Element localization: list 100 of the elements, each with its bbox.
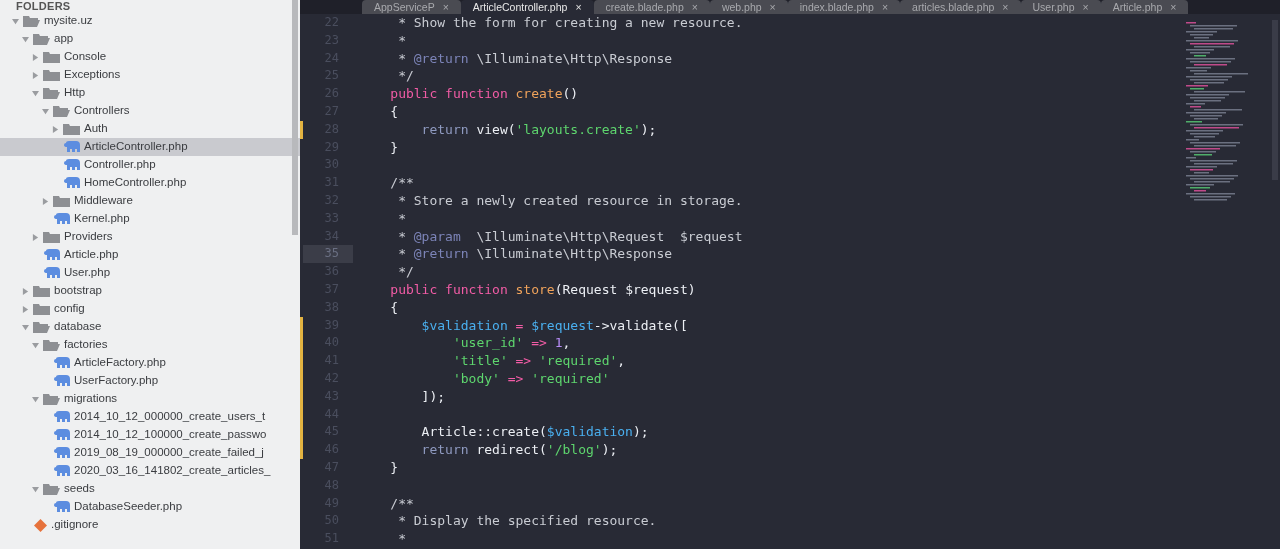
git-icon	[34, 518, 47, 532]
open-folder-icon	[43, 338, 60, 352]
tree-item[interactable]: Controllers	[0, 102, 300, 120]
caret-right-icon[interactable]	[32, 71, 39, 79]
code-line: }	[389, 139, 399, 155]
elephant-icon	[54, 501, 70, 513]
tree-item[interactable]: app	[0, 30, 300, 48]
tree-item[interactable]: seeds	[0, 480, 300, 498]
tree-item[interactable]: Middleware	[0, 192, 300, 210]
editor-tab[interactable]: Article.php ×	[1100, 0, 1189, 14]
tree-item[interactable]: Kernel.php	[0, 210, 300, 228]
tree-item[interactable]: database	[0, 318, 300, 336]
tree-item[interactable]: 2014_10_12_000000_create_users_t	[0, 408, 300, 426]
code-line: * @return \Illuminate\Http\Response	[397, 246, 673, 262]
folder-icon	[53, 194, 70, 208]
caret-down-icon[interactable]	[32, 341, 39, 349]
caret-down-icon[interactable]	[22, 323, 29, 331]
code-line: {	[389, 299, 399, 315]
open-folder-icon	[43, 86, 60, 100]
caret-right-icon[interactable]	[32, 233, 39, 241]
folder-icon	[43, 230, 60, 244]
tree-item[interactable]: 2019_08_19_000000_create_failed_j	[0, 444, 300, 462]
code-line: * @return \Illuminate\Http\Response	[397, 50, 673, 66]
tree-item[interactable]: ArticleFactory.php	[0, 354, 300, 372]
code-line: /**	[389, 495, 414, 511]
close-icon[interactable]: ×	[691, 1, 698, 13]
tree-item[interactable]: Exceptions	[0, 66, 300, 84]
editor-tab[interactable]: articles.blade.php ×	[900, 0, 1021, 14]
code-line: * Store a newly created resource in storage.	[397, 192, 743, 208]
close-icon[interactable]: ×	[442, 1, 449, 13]
caret-right-icon[interactable]	[22, 287, 29, 295]
tree-item[interactable]: Http	[0, 84, 300, 102]
line-number: 35	[303, 245, 353, 264]
open-folder-icon	[43, 482, 60, 496]
code-line: return redirect('/blog');	[420, 442, 618, 458]
caret-down-icon[interactable]	[12, 17, 19, 25]
caret-right-icon[interactable]	[32, 53, 39, 61]
tree-item[interactable]: bootstrap	[0, 282, 300, 300]
editor-tab[interactable]: ArticleController.php ×	[460, 0, 594, 14]
folder-icon	[33, 284, 50, 298]
code-line: * Show the form for creating a new resource.	[397, 15, 743, 30]
open-folder-icon	[43, 392, 60, 406]
open-folder-icon	[33, 32, 50, 46]
tree-item[interactable]: config	[0, 300, 300, 318]
tree-item[interactable]: User.php	[0, 264, 300, 282]
tree-item[interactable]: Article.php	[0, 246, 300, 264]
elephant-icon	[54, 465, 70, 477]
caret-down-icon[interactable]	[32, 89, 39, 97]
tree-item[interactable]: mysite.uz	[0, 12, 300, 30]
tree-item[interactable]: .gitignore	[0, 516, 300, 534]
elephant-icon	[54, 375, 70, 387]
code-line: *	[397, 531, 406, 547]
close-icon[interactable]: ×	[575, 1, 582, 13]
scrollbar-thumb[interactable]	[292, 0, 298, 235]
tree-item[interactable]: DatabaseSeeder.php	[0, 498, 300, 516]
caret-down-icon[interactable]	[32, 485, 39, 493]
folder-icon	[43, 50, 60, 64]
close-icon[interactable]: ×	[1082, 1, 1089, 13]
tree-item[interactable]: Providers	[0, 228, 300, 246]
caret-right-icon[interactable]	[52, 125, 59, 133]
close-icon[interactable]: ×	[769, 1, 776, 13]
tree-item[interactable]: Controller.php	[0, 156, 300, 174]
caret-down-icon[interactable]	[22, 35, 29, 43]
tree-item[interactable]: HomeController.php	[0, 174, 300, 192]
elephant-icon	[64, 141, 80, 153]
folder-icon	[33, 302, 50, 316]
code-line: /**	[389, 175, 414, 191]
close-icon[interactable]: ×	[1170, 1, 1177, 13]
folder-icon	[63, 122, 80, 136]
code-line: public function create()	[389, 86, 579, 102]
tree-item[interactable]: UserFactory.php	[0, 372, 300, 390]
elephant-icon	[54, 213, 70, 225]
caret-down-icon[interactable]	[32, 395, 39, 403]
close-icon[interactable]: ×	[881, 1, 889, 13]
caret-right-icon[interactable]	[22, 305, 29, 313]
tree-item[interactable]: Console	[0, 48, 300, 66]
editor-tab[interactable]: User.php ×	[1020, 0, 1101, 14]
tree-item[interactable]: 2020_03_16_141802_create_articles_	[0, 462, 300, 480]
caret-down-icon[interactable]	[42, 107, 49, 115]
elephant-icon	[44, 249, 60, 261]
code-line: */	[397, 264, 414, 280]
code-line: return view('layouts.create');	[420, 121, 657, 137]
open-folder-icon	[33, 320, 50, 334]
tree-item[interactable]: factories	[0, 336, 300, 354]
code-line: {	[389, 104, 399, 119]
code-line: *	[397, 32, 406, 48]
code-line: ]);	[420, 388, 446, 404]
open-folder-icon	[53, 104, 70, 118]
tree-item[interactable]: ArticleController.php	[0, 138, 300, 156]
close-icon[interactable]: ×	[1002, 1, 1009, 13]
tree-item[interactable]: migrations	[0, 390, 300, 408]
tree-item[interactable]: 2014_10_12_100000_create_passwo	[0, 426, 300, 444]
editor-tab[interactable]: AppServiceP ×	[362, 0, 461, 14]
editor-tab[interactable]: create.blade.php ×	[593, 0, 710, 14]
caret-right-icon[interactable]	[42, 197, 49, 205]
open-folder-icon	[23, 14, 40, 28]
elephant-icon	[64, 177, 80, 189]
editor-tab[interactable]: index.blade.php ×	[787, 0, 901, 14]
tree-item[interactable]: Auth	[0, 120, 300, 138]
editor-tab[interactable]: web.php ×	[709, 0, 788, 14]
